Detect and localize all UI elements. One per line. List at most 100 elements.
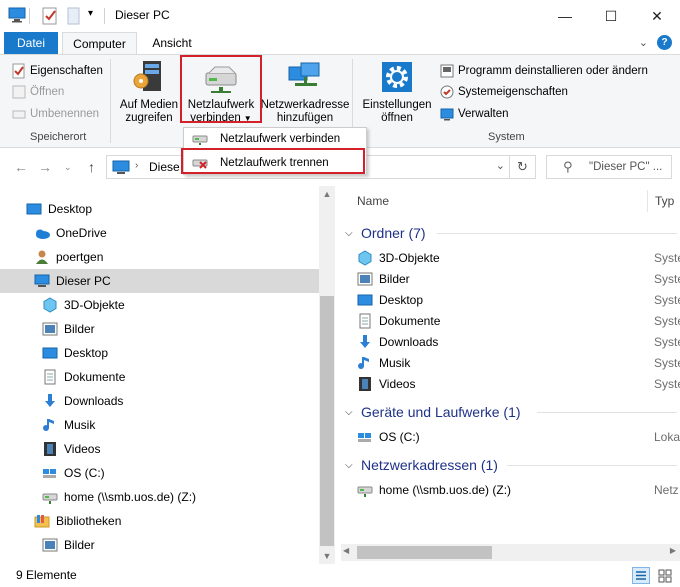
tree-item-os-drive[interactable]: OS (C:) (42, 461, 105, 485)
download-arrow-icon (42, 393, 58, 409)
tree-item-documents[interactable]: Dokumente (42, 365, 125, 389)
tree-item-pictures[interactable]: Bilder (42, 317, 95, 341)
scroll-down-icon[interactable]: ▼ (319, 548, 335, 564)
menu-item-connect[interactable]: Netzlaufwerk verbinden (184, 128, 366, 150)
tab-view[interactable]: Ansicht (142, 32, 202, 54)
folder-row[interactable]: Desktop Syste (357, 290, 680, 310)
tree-label: Dieser PC (56, 274, 111, 288)
search-placeholder: "Dieser PC" ... (589, 161, 663, 173)
properties-qa-icon[interactable] (42, 7, 58, 25)
user-icon (34, 249, 50, 265)
tree-item-network-drive[interactable]: home (\\smb.uos.de) (Z:) (42, 485, 196, 509)
3d-cube-icon (42, 297, 58, 313)
tree-item-user[interactable]: poertgen (34, 245, 103, 269)
manage-label: Verwalten (458, 108, 509, 120)
network-drive-icon (192, 132, 208, 146)
properties-button[interactable]: Eigenschaften (12, 61, 103, 81)
tree-item-3d-objects[interactable]: 3D-Objekte (42, 293, 125, 317)
group-header-folders[interactable]: ⌵ Ordner (7) (345, 223, 677, 243)
open-button[interactable]: Öffnen (12, 82, 64, 102)
tree-label: Bilder (64, 322, 95, 336)
back-arrow-icon[interactable]: ← (14, 159, 28, 175)
content-pane: Name Typ ⌵ Ordner (7) 3D-Objekte Syste B… (337, 186, 680, 564)
tree-item-downloads[interactable]: Downloads (42, 389, 123, 413)
collapse-ribbon-icon[interactable]: ⌄ (639, 36, 648, 49)
collapse-chevron-icon[interactable]: ⌵ (345, 407, 355, 418)
tab-computer[interactable]: Computer (62, 32, 137, 54)
network-type: Netz (654, 483, 679, 497)
tree-item-library-pictures[interactable]: Bilder (42, 533, 95, 557)
tree-item-this-pc[interactable]: Dieser PC (0, 269, 319, 293)
search-box[interactable]: ⚲ "Dieser PC" ... (546, 155, 672, 179)
scroll-up-icon[interactable]: ▲ (319, 186, 335, 202)
network-drive-icon (357, 482, 373, 498)
address-path: Diese (149, 160, 180, 174)
forward-arrow-icon[interactable]: → (38, 159, 52, 175)
rename-button[interactable]: Umbenennen (12, 104, 99, 124)
navpane-scrollbar[interactable]: ▲ ▼ (319, 186, 335, 564)
group-header-devices[interactable]: ⌵ Geräte und Laufwerke (1) (345, 402, 677, 422)
address-history-icon[interactable]: ⌄ (496, 159, 505, 172)
breadcrumb-chevron-icon[interactable]: › (135, 160, 138, 171)
system-properties-button[interactable]: Systemeigenschaften (440, 82, 568, 102)
folder-row[interactable]: Videos Syste (357, 374, 680, 394)
drive-row[interactable]: OS (C:) Loka (357, 427, 680, 447)
ribbon-tabs: Datei Computer Ansicht ⌄ ? (0, 32, 680, 54)
scrollbar-thumb[interactable] (320, 296, 334, 546)
network-row[interactable]: home (\\smb.uos.de) (Z:) Netz (357, 480, 680, 500)
minimize-button[interactable]: — (542, 0, 588, 32)
column-header-type[interactable]: Typ (655, 194, 674, 208)
refresh-icon[interactable]: ↻ (509, 156, 535, 178)
group-divider (437, 233, 677, 234)
tree-item-videos[interactable]: Videos (42, 437, 100, 461)
folder-row[interactable]: Dokumente Syste (357, 311, 680, 331)
scrollbar-thumb[interactable] (357, 546, 492, 559)
up-arrow-icon[interactable]: ↑ (88, 159, 95, 175)
folder-name: Dokumente (379, 314, 441, 328)
pictures-icon (357, 271, 373, 287)
large-icons-view-icon[interactable] (656, 567, 674, 584)
tree-item-desktop[interactable]: Desktop (26, 197, 92, 221)
folder-row[interactable]: Musik Syste (357, 353, 680, 373)
folder-type: Syste (654, 335, 680, 349)
details-view-icon[interactable] (632, 567, 650, 584)
folder-row[interactable]: 3D-Objekte Syste (357, 248, 680, 268)
collapse-chevron-icon[interactable]: ⌵ (345, 228, 355, 239)
help-icon[interactable]: ? (657, 35, 672, 50)
uninstall-label: Programm deinstallieren oder ändern (458, 65, 648, 77)
recent-locations-icon[interactable]: ⌄ (64, 162, 72, 173)
tree-item-onedrive[interactable]: OneDrive (34, 221, 107, 245)
qa-customize-icon[interactable]: ▾ (88, 8, 93, 19)
open-settings-button[interactable]: Einstellungen öffnen (358, 59, 436, 125)
drive-type: Loka (654, 430, 680, 444)
content-hscrollbar[interactable]: ◀ ▶ (341, 544, 680, 561)
media-access-button[interactable]: Auf Medien zugreifen (118, 59, 180, 125)
folder-row[interactable]: Downloads Syste (357, 332, 680, 352)
add-network-location-button[interactable]: Netzwerkadresse hinzufügen (261, 59, 349, 125)
system-properties-icon (440, 85, 454, 99)
column-header-name[interactable]: Name (357, 194, 389, 208)
network-name: home (\\smb.uos.de) (Z:) (379, 483, 512, 497)
tree-label: home (\\smb.uos.de) (Z:) (64, 490, 197, 504)
tree-item-music[interactable]: Musik (42, 413, 95, 437)
close-button[interactable]: ✕ (634, 0, 680, 32)
tree-item-desktop-folder[interactable]: Desktop (42, 341, 108, 365)
scroll-right-icon[interactable]: ▶ (670, 546, 676, 555)
column-separator[interactable] (647, 190, 648, 212)
tree-label: OneDrive (56, 226, 107, 240)
drive-name: OS (C:) (379, 430, 420, 444)
manage-button[interactable]: Verwalten (440, 104, 509, 124)
new-folder-qa-icon[interactable] (67, 7, 81, 25)
group-label: Ordner (7) (361, 225, 426, 241)
group-header-network[interactable]: ⌵ Netzwerkadressen (1) (345, 455, 677, 475)
tab-file[interactable]: Datei (4, 32, 58, 54)
tree-item-libraries[interactable]: Bibliotheken (34, 509, 121, 533)
maximize-button[interactable]: ☐ (588, 0, 634, 32)
scroll-left-icon[interactable]: ◀ (343, 546, 349, 555)
rename-icon (12, 107, 26, 121)
tree-label: Bibliotheken (56, 514, 122, 528)
collapse-chevron-icon[interactable]: ⌵ (345, 460, 355, 471)
folder-row[interactable]: Bilder Syste (357, 269, 680, 289)
ribbon-divider (110, 59, 111, 143)
uninstall-program-button[interactable]: Programm deinstallieren oder ändern (440, 61, 648, 81)
